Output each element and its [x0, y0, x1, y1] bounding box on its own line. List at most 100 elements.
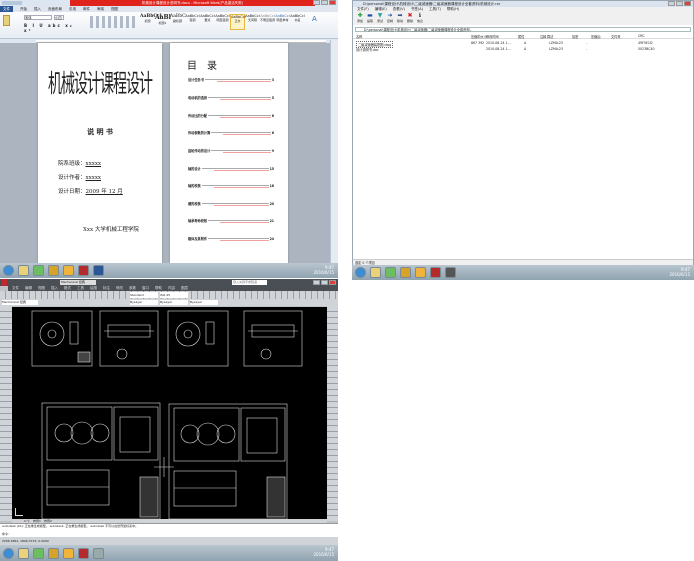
- toc-item[interactable]: 齿轮传动的设计 9: [188, 148, 274, 153]
- modify-toolbar-right[interactable]: [327, 306, 338, 521]
- toc-item[interactable]: 传动参数的计算 6: [188, 130, 274, 135]
- color-combo[interactable]: ByLayer: [130, 300, 158, 305]
- toolbar-row[interactable]: Standard ISO-25: [0, 291, 338, 299]
- col-crc[interactable]: CRC: [638, 34, 645, 38]
- explorer-icon[interactable]: [18, 547, 29, 559]
- test-button[interactable]: ▼ 测试: [376, 12, 384, 25]
- style-item[interactable]: AaBbCcI 要点: [200, 14, 215, 30]
- search-input[interactable]: 键入关键字或短语: [232, 280, 267, 285]
- font-format-buttons[interactable]: B I U abc x₂ x²: [24, 23, 84, 33]
- app-icon[interactable]: [63, 265, 74, 276]
- autocad-icon[interactable]: [93, 547, 104, 559]
- vertical-scrollbar[interactable]: [330, 40, 338, 263]
- col-folder[interactable]: 文件夹: [611, 34, 621, 39]
- winrar-icon[interactable]: [430, 267, 441, 278]
- toc-item[interactable]: 键的校核 20: [188, 201, 274, 206]
- quick-access-toolbar[interactable]: [2, 1, 22, 5]
- col-packed[interactable]: 压缩后: [591, 34, 601, 39]
- command-window[interactable]: autodesk (kb): 正在重生成模型。 autodesk: 正在重生成模…: [0, 523, 338, 537]
- style-item-selected[interactable]: AaBbCcI 正文: [230, 14, 246, 30]
- window-controls[interactable]: [313, 280, 336, 285]
- toc-item[interactable]: 轴的校核 18: [188, 183, 274, 188]
- toc-item[interactable]: 电动机的选择 5: [188, 95, 274, 100]
- app-icon[interactable]: [385, 267, 396, 278]
- paragraph-buttons[interactable]: [90, 16, 135, 28]
- file-row[interactable]: 二级减速器装配图.dwg 867 392 2010-08-24 1... A L…: [356, 41, 690, 48]
- col-size[interactable]: 压缩前大小: [471, 34, 487, 39]
- explorer-icon[interactable]: [18, 265, 29, 276]
- app-icon[interactable]: [63, 547, 74, 559]
- add-button[interactable]: ✚ 添加: [356, 12, 364, 25]
- style-item[interactable]: AaBbC 副标题: [170, 14, 186, 30]
- app-icon[interactable]: [33, 547, 44, 559]
- draw-toolbar-left[interactable]: [0, 306, 12, 521]
- window-controls[interactable]: [668, 1, 691, 6]
- col-encrypted[interactable]: 加密: [572, 34, 578, 39]
- style-item[interactable]: AaBbCcI 标题: [140, 14, 162, 30]
- toc-item[interactable]: 轴的设计 15: [188, 166, 274, 171]
- layer-toolbar[interactable]: Mechanical 经典 ByLayer ByLayer ByLayer: [0, 299, 338, 306]
- status-bar: 2266.1862, 1806.3715, 0.0000: [0, 537, 338, 545]
- copy-button[interactable]: ➜ 复制: [386, 12, 394, 25]
- style-item[interactable]: AaBbCcI 明显参考: [275, 14, 290, 30]
- paste-button[interactable]: [3, 15, 10, 26]
- toc-item[interactable]: 箱体及其附件 24: [188, 236, 274, 241]
- font-name-combo[interactable]: 宋体: [24, 15, 52, 20]
- col-modified[interactable]: 修改时间: [486, 34, 499, 39]
- linetype-combo[interactable]: ByLayer: [160, 300, 188, 305]
- drawing-canvas[interactable]: [12, 307, 327, 520]
- style-item[interactable]: AaBbCcI 强调: [185, 14, 200, 30]
- style-item[interactable]: AaBbCcI 书名: [290, 14, 305, 30]
- app-icon[interactable]: [33, 265, 44, 276]
- col-comment[interactable]: 注释: [540, 34, 546, 39]
- start-button[interactable]: [355, 267, 366, 278]
- style-item[interactable]: AaBl 标题1: [155, 14, 171, 30]
- winrar-icon[interactable]: [78, 265, 89, 276]
- start-button[interactable]: [3, 547, 14, 559]
- clock[interactable]: 9:47 2016/6/15: [313, 547, 334, 557]
- app-icon[interactable]: [48, 547, 59, 559]
- file-row[interactable]: 设计说明书.doc 2010-08-24 1... A LZMA:23 - 50…: [356, 47, 690, 52]
- taskbar: 9:47 2016/6/15: [352, 265, 694, 280]
- word-icon[interactable]: [93, 265, 104, 276]
- dim-style-combo[interactable]: ISO-25: [160, 292, 188, 298]
- app-icon[interactable]: [415, 267, 426, 278]
- cad-logo-icon[interactable]: [2, 279, 7, 286]
- change-styles-button[interactable]: A: [312, 15, 320, 25]
- layer-combo[interactable]: Mechanical 经典: [2, 300, 38, 305]
- style-item[interactable]: AaBbCcI 无间隔: [245, 14, 260, 30]
- toc-item[interactable]: 传动比的分配 6: [188, 113, 274, 118]
- extract-button[interactable]: ▬ 提取: [366, 12, 374, 25]
- info-button[interactable]: ℹ 信息: [416, 12, 424, 25]
- style-item[interactable]: AaBbCcI 明显强调: [215, 14, 230, 30]
- explorer-icon[interactable]: [370, 267, 381, 278]
- clock[interactable]: 9:47 2016/6/15: [313, 265, 334, 275]
- sheet-gear-2: [167, 310, 229, 367]
- move-button[interactable]: ➡ 移动: [396, 12, 404, 25]
- column-headers: 名称 压缩前大小 修改时间 属性 注释 算法 加密 压缩后 文件夹 CRC: [353, 34, 693, 39]
- app-icon[interactable]: [445, 267, 456, 278]
- dept-line: 院系班级：xxxxx: [58, 161, 102, 167]
- ucs-icon: [15, 508, 23, 516]
- start-button[interactable]: [3, 265, 14, 276]
- delete-button[interactable]: ✖ 删除: [406, 12, 414, 25]
- toc-item[interactable]: 设计任务书 3: [188, 77, 274, 82]
- clock[interactable]: 9:47 2016/6/15: [669, 267, 690, 277]
- app-icon[interactable]: [48, 265, 59, 276]
- style-item[interactable]: AaBbCcI 不明显强调: [260, 14, 275, 30]
- text-style-combo[interactable]: Standard: [130, 292, 158, 298]
- lineweight-combo[interactable]: ByLayer: [190, 300, 218, 305]
- toc-item[interactable]: 轴承寿命校核 21: [188, 218, 274, 223]
- styles-gallery[interactable]: AaBbCcI 标题 AaBl 标题1 AaBbC 副标题 AaBbCcI 强调 AaB…: [140, 14, 310, 30]
- workspace-combo[interactable]: Mechanical 经典: [60, 280, 96, 285]
- col-name[interactable]: 名称: [356, 34, 362, 39]
- sheet-shaft-2: [243, 310, 303, 367]
- address-bar[interactable]: D:\personal\课程设计\机械设计\二级减速器\二级减速器课程设计全套资…: [355, 27, 691, 32]
- font-size-combo[interactable]: 小四: [54, 15, 64, 20]
- app-icon[interactable]: [400, 267, 411, 278]
- col-method[interactable]: 算法: [547, 34, 553, 39]
- window-controls[interactable]: [313, 0, 336, 5]
- winrar-icon[interactable]: [78, 547, 89, 559]
- toc-page: 目 录 设计任务书 3 电动机的选择 5 传动比的分配 6 传动参数的计算 6 齿轮传动…: [170, 43, 288, 263]
- col-attr[interactable]: 属性: [518, 34, 524, 39]
